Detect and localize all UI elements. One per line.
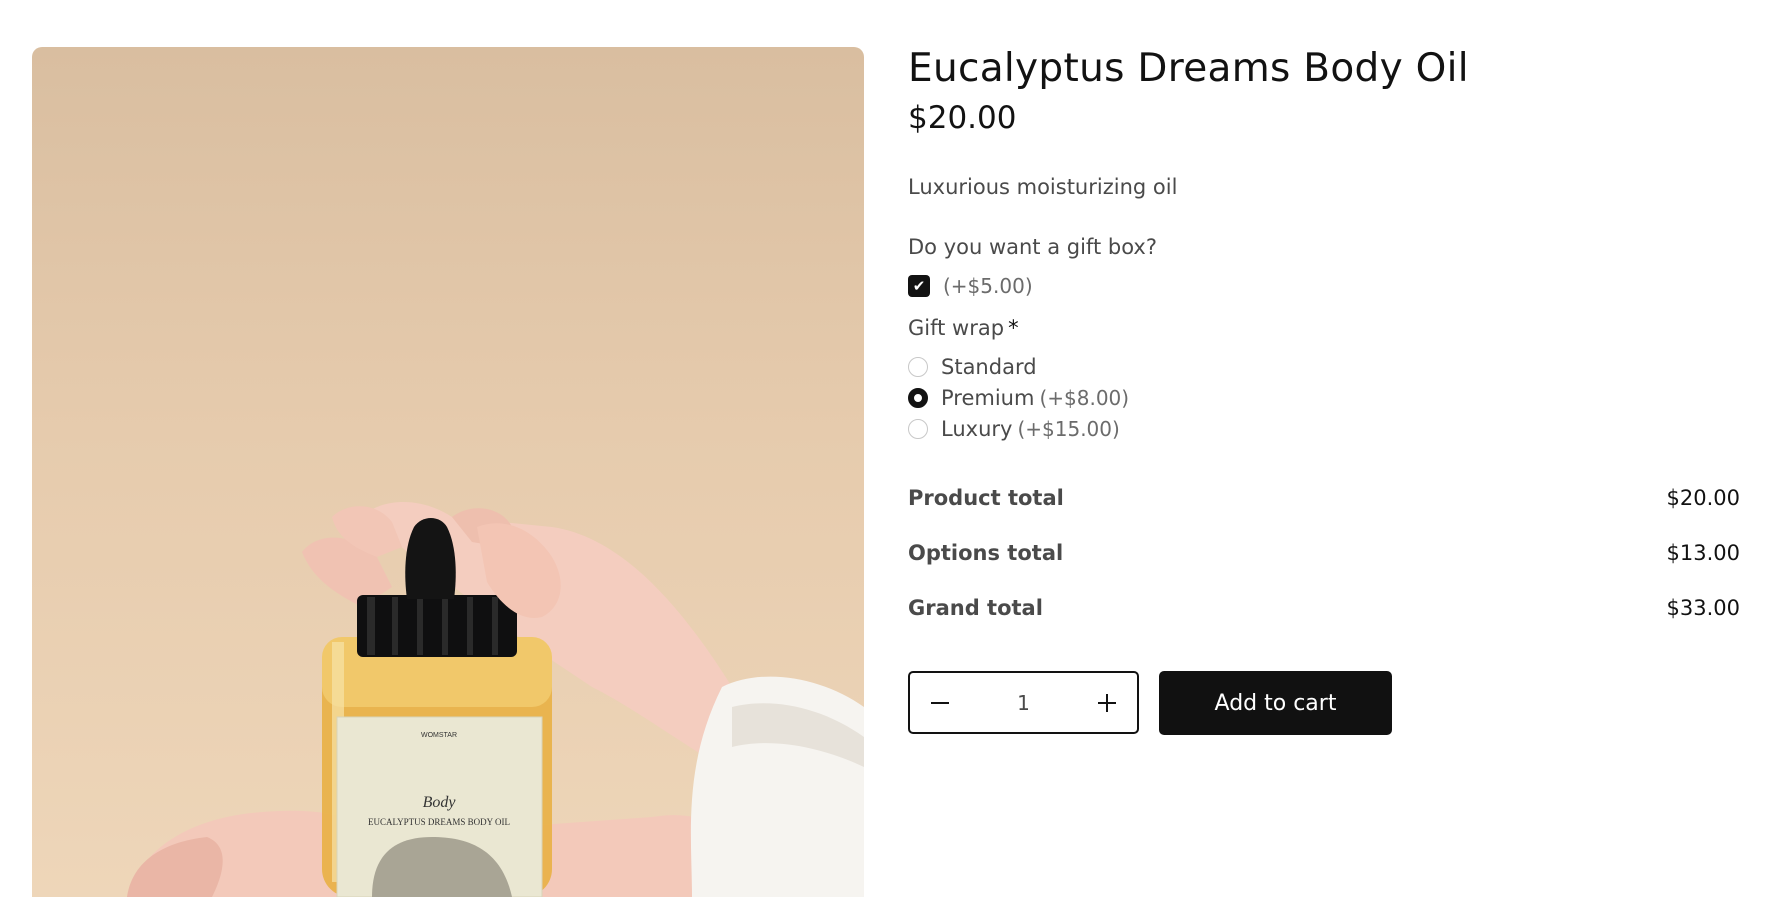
gift-box-price: (+$5.00) bbox=[943, 274, 1033, 298]
product-price: $20.00 bbox=[908, 100, 1017, 136]
add-to-cart-button[interactable]: Add to cart bbox=[1159, 671, 1392, 735]
product-total-label: Product total bbox=[908, 486, 1064, 510]
product-total-row: Product total $20.00 bbox=[908, 486, 1740, 510]
grand-total-value: $33.00 bbox=[1666, 596, 1740, 620]
option-extra-price: (+$8.00) bbox=[1039, 386, 1130, 410]
quantity-input[interactable]: 1 bbox=[970, 691, 1077, 715]
label-brand: WOMSTAR bbox=[421, 732, 457, 739]
gift-box-question: Do you want a gift box? bbox=[908, 235, 1157, 259]
gift-wrap-option-standard[interactable]: Standard bbox=[908, 355, 1037, 379]
product-description: Luxurious moisturizing oil bbox=[908, 175, 1178, 199]
options-total-label: Options total bbox=[908, 541, 1064, 565]
label-script: Body bbox=[423, 794, 457, 811]
product-photo: WOMSTAR Body EUCALYPTUS DREAMS BODY OIL bbox=[127, 502, 864, 897]
radio-premium[interactable] bbox=[908, 388, 928, 408]
gift-wrap-option-premium[interactable]: Premium (+$8.00) bbox=[908, 386, 1129, 410]
required-mark: * bbox=[1008, 316, 1019, 340]
label-product-name: EUCALYPTUS DREAMS BODY OIL bbox=[368, 817, 510, 827]
option-extra-price: (+$15.00) bbox=[1017, 417, 1120, 441]
grand-total-label: Grand total bbox=[908, 596, 1043, 620]
options-total-value: $13.00 bbox=[1666, 541, 1740, 565]
options-total-row: Options total $13.00 bbox=[908, 541, 1740, 565]
product-image: WOMSTAR Body EUCALYPTUS DREAMS BODY OIL bbox=[32, 47, 864, 897]
minus-icon bbox=[931, 701, 949, 704]
quantity-minus-button[interactable] bbox=[910, 673, 970, 732]
radio-standard[interactable] bbox=[908, 357, 928, 377]
gift-wrap-option-luxury[interactable]: Luxury (+$15.00) bbox=[908, 417, 1120, 441]
quantity-stepper[interactable]: 1 bbox=[908, 671, 1139, 734]
gift-wrap-label-text: Gift wrap bbox=[908, 316, 1005, 340]
radio-luxury[interactable] bbox=[908, 419, 928, 439]
gift-box-option[interactable]: ✔ (+$5.00) bbox=[908, 274, 1033, 298]
plus-icon bbox=[1098, 693, 1116, 712]
checkmark-icon: ✔ bbox=[912, 276, 926, 295]
gift-wrap-label: Gift wrap * bbox=[908, 316, 1019, 340]
grand-total-row: Grand total $33.00 bbox=[908, 596, 1740, 620]
option-name: Premium bbox=[941, 386, 1035, 410]
product-total-value: $20.00 bbox=[1666, 486, 1740, 510]
product-title: Eucalyptus Dreams Body Oil bbox=[908, 46, 1469, 91]
gift-box-checkbox[interactable]: ✔ bbox=[908, 275, 930, 297]
quantity-plus-button[interactable] bbox=[1077, 673, 1137, 732]
option-name: Standard bbox=[941, 355, 1037, 379]
option-name: Luxury bbox=[941, 417, 1013, 441]
